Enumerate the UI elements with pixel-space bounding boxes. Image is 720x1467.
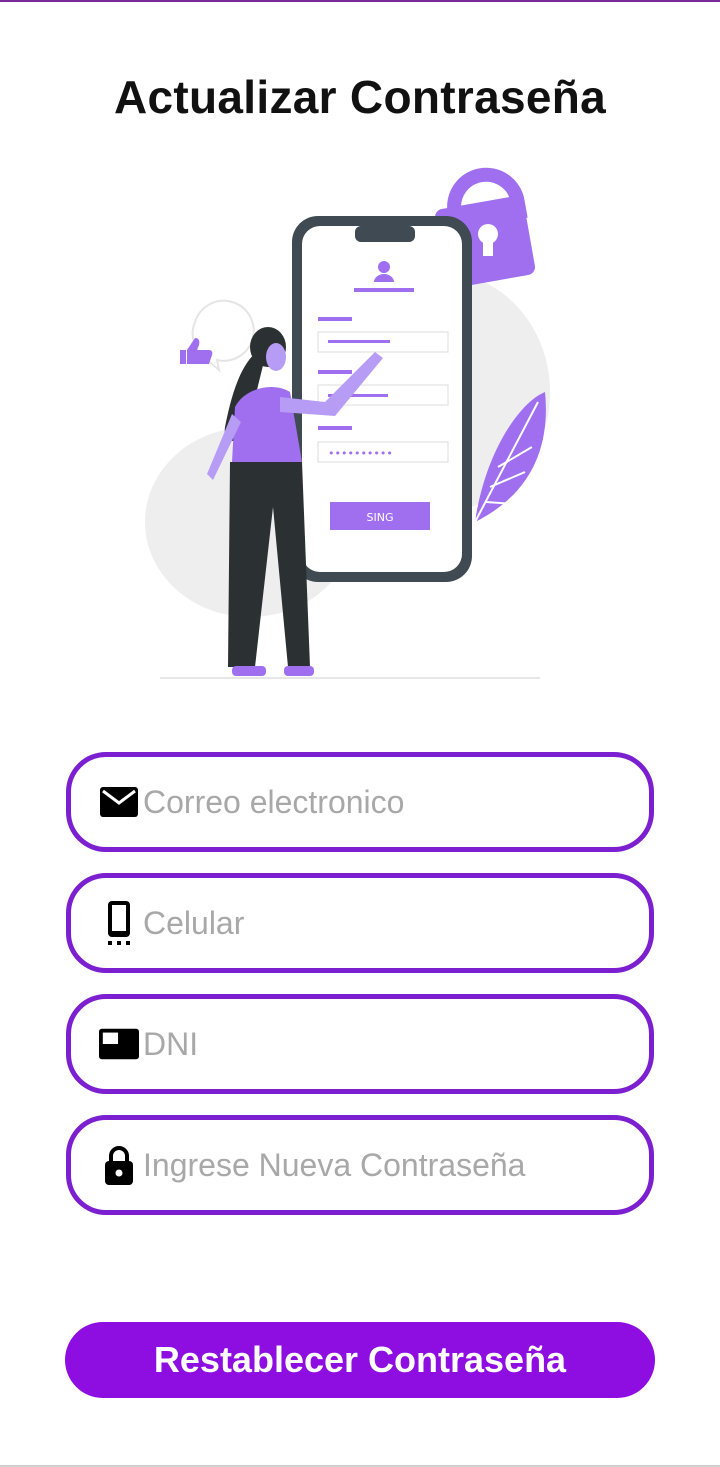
illustration-button-label: SING — [367, 511, 394, 524]
email-input[interactable] — [143, 783, 613, 821]
phone-field[interactable] — [66, 873, 654, 973]
dni-input[interactable] — [143, 1025, 613, 1063]
new-password-input[interactable] — [143, 1146, 613, 1184]
password-reset-screen: Actualizar Contraseña •••••••••• SING Co… — [0, 0, 720, 1467]
phone-login-illustration: •••••••••• SING — [145, 167, 550, 679]
id-card-icon — [99, 1022, 139, 1066]
new-password-field[interactable] — [66, 1115, 654, 1215]
reset-password-button[interactable]: Restablecer Contraseña — [65, 1322, 655, 1398]
phone-input[interactable] — [143, 904, 613, 942]
email-field[interactable] — [66, 752, 654, 852]
illustration-password-mask: •••••••••• — [328, 447, 393, 460]
phone-icon — [99, 901, 139, 945]
lock-icon — [99, 1143, 139, 1187]
thumbs-up-bubble — [180, 299, 255, 373]
email-icon — [99, 780, 139, 824]
dni-field[interactable] — [66, 994, 654, 1094]
page-title: Actualizar Contraseña — [114, 71, 606, 123]
